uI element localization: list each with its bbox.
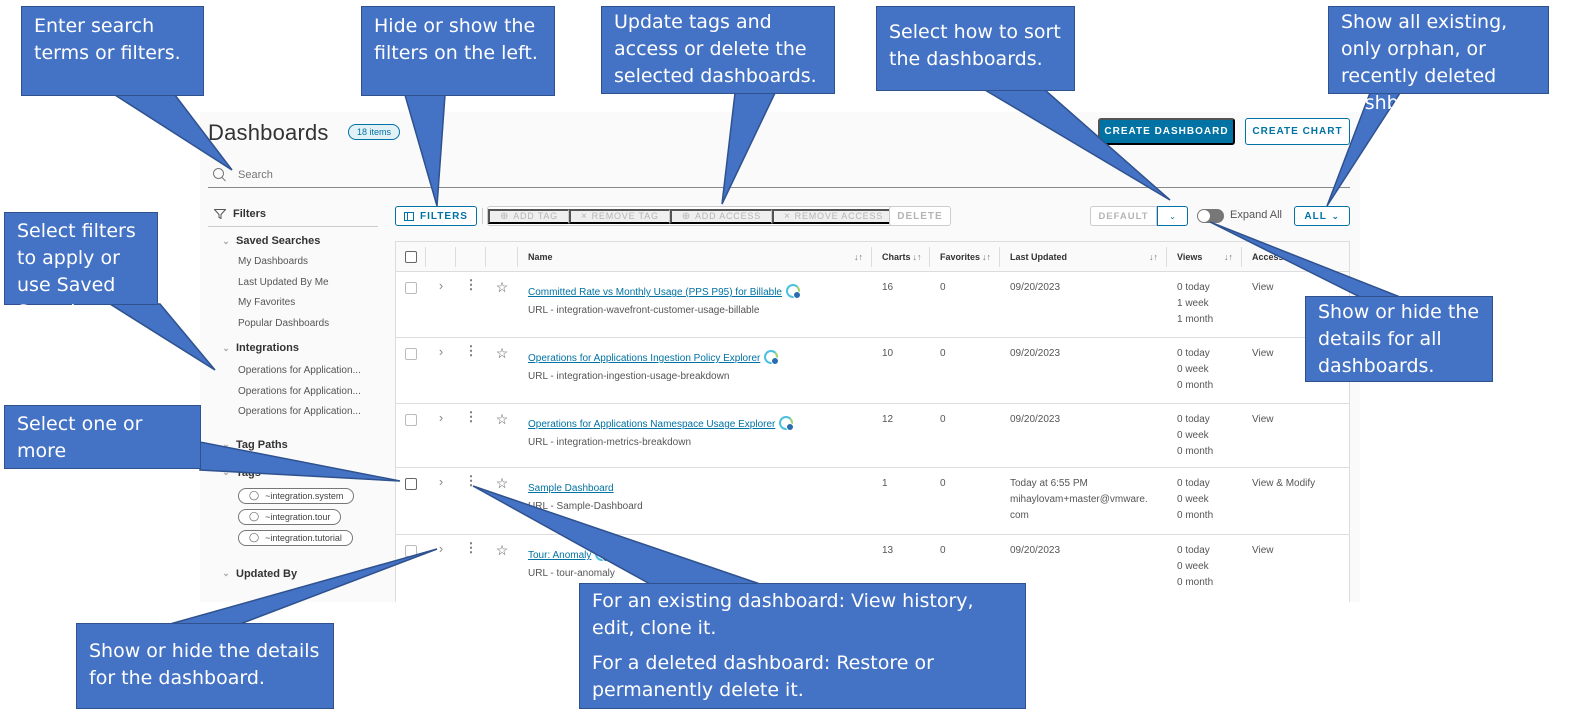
callout-filters-toggle: Hide or show the filters on the left. [361,6,555,96]
pointer-filters [404,94,446,207]
callout-text: Show all existing, only orphan, or recen… [1341,11,1508,114]
callout-row-menu: For an existing dashboard: View history,… [579,583,1026,709]
callout-scope: Show all existing, only orphan, or recen… [1328,6,1549,114]
callout-text: Select how to sort the dashboards. [889,21,1061,70]
callout-search: Enter search terms or filters. [21,6,204,96]
callout-text: For a deleted dashboard: Restore or perm… [592,652,934,701]
callout-text: Show or hide the details for all dashboa… [1318,301,1480,377]
callout-text: Hide or show the filters on the left. [374,15,538,64]
callout-sidebar: Select filters to apply or use Saved Sea… [4,212,158,323]
callout-bulk-actions: Update tags and access or delete the sel… [601,6,835,94]
pointer-expand-all [1209,221,1401,298]
pointer-bulk [721,92,777,205]
pointer-search [112,94,233,171]
pointer-sort [982,89,1171,201]
callout-text: For an existing dashboard: View history,… [592,590,974,639]
callout-expand-row: Show or hide the details for the dashboa… [76,623,334,709]
callout-expand-all: Show or hide the details for all dashboa… [1305,296,1493,382]
callout-text: Select one or more dashboards. [17,413,143,489]
callout-text: Update tags and access or delete the sel… [614,11,817,87]
callout-text: Show or hide the details for the dashboa… [89,640,320,689]
callout-sort: Select how to sort the dashboards. [876,6,1075,91]
callout-text: Enter search terms or filters. [34,15,181,64]
pointer-select [199,441,401,482]
callout-text: Select filters to apply or use Saved Sea… [17,220,136,323]
pointer-menu [472,485,761,585]
callout-select: Select one or more dashboards. [4,405,201,489]
pointer-expand-row [169,548,438,625]
